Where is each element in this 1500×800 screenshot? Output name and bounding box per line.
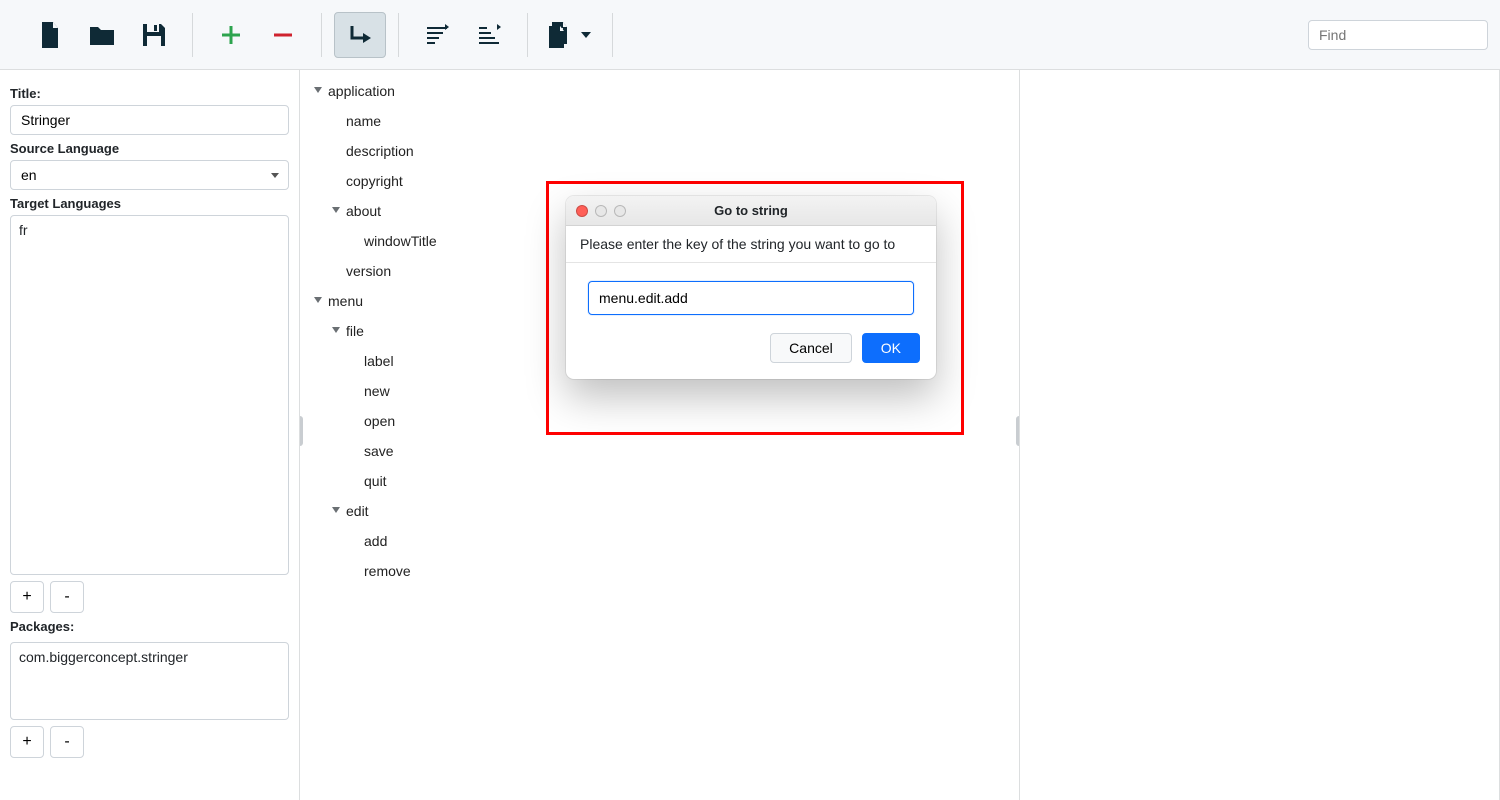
target-languages-listbox[interactable]: fr [10, 215, 289, 575]
goto-string-input[interactable] [588, 281, 914, 315]
add-package-button[interactable]: + [10, 726, 44, 758]
save-button[interactable] [128, 12, 180, 58]
tree-row-label: quit [364, 473, 387, 489]
tree-row[interactable]: add [300, 526, 1019, 556]
tree-row-label: remove [364, 563, 411, 579]
title-label: Title: [10, 86, 289, 101]
expand-all-button[interactable] [463, 12, 515, 58]
dialog-message: Please enter the key of the string you w… [566, 226, 936, 263]
copy-dropdown-button[interactable] [540, 12, 600, 58]
tree-row-label: name [346, 113, 381, 129]
add-target-lang-button[interactable]: + [10, 581, 44, 613]
source-language-label: Source Language [10, 141, 289, 156]
source-language-select[interactable] [10, 160, 289, 190]
goto-string-dialog: Go to string Please enter the key of the… [566, 196, 936, 379]
tree-row[interactable]: open [300, 406, 1019, 436]
dialog-titlebar: Go to string [566, 196, 936, 226]
tree-row[interactable]: description [300, 136, 1019, 166]
add-button[interactable] [205, 12, 257, 58]
new-file-button[interactable] [24, 12, 76, 58]
remove-package-button[interactable]: - [50, 726, 84, 758]
splitter-handle[interactable] [300, 416, 303, 446]
tree-row-label: save [364, 443, 394, 459]
open-folder-button[interactable] [76, 12, 128, 58]
collapse-all-button[interactable] [411, 12, 463, 58]
chevron-down-icon[interactable] [330, 325, 342, 337]
string-tree-panel: application name description copyright about… [300, 70, 1020, 800]
list-item[interactable]: com.biggerconcept.stringer [19, 649, 280, 665]
remove-target-lang-button[interactable]: - [50, 581, 84, 613]
tree-row[interactable]: remove [300, 556, 1019, 586]
packages-label: Packages: [10, 619, 289, 634]
tree-row[interactable]: name [300, 106, 1019, 136]
tree-row[interactable]: application [300, 76, 1019, 106]
tree-row-label: open [364, 413, 395, 429]
tree-row-label: copyright [346, 173, 403, 189]
minimize-icon [595, 205, 607, 217]
zoom-icon [614, 205, 626, 217]
tree-row[interactable]: edit [300, 496, 1019, 526]
remove-button[interactable] [257, 12, 309, 58]
tree-row[interactable]: new [300, 376, 1019, 406]
target-languages-label: Target Languages [10, 196, 289, 211]
goto-string-button[interactable] [334, 12, 386, 58]
tree-row-label: description [346, 143, 414, 159]
title-input[interactable] [10, 105, 289, 135]
tree-row-label: about [346, 203, 381, 219]
tree-row-label: edit [346, 503, 369, 519]
list-item[interactable]: fr [19, 222, 280, 238]
editor-panel [1020, 70, 1500, 800]
tree-row-label: windowTitle [364, 233, 437, 249]
tree-row-label: menu [328, 293, 363, 309]
tree-row-label: add [364, 533, 387, 549]
chevron-down-icon[interactable] [312, 85, 324, 97]
toolbar [0, 0, 1500, 70]
chevron-down-icon[interactable] [330, 205, 342, 217]
tree-row-label: application [328, 83, 395, 99]
ok-button[interactable]: OK [862, 333, 920, 363]
tree-row[interactable]: copyright [300, 166, 1019, 196]
find-input[interactable] [1308, 20, 1488, 50]
close-icon[interactable] [576, 205, 588, 217]
sidebar: Title: Source Language Target Languages … [0, 70, 300, 800]
tree-row-label: version [346, 263, 391, 279]
chevron-down-icon[interactable] [312, 295, 324, 307]
splitter-handle[interactable] [1016, 416, 1020, 446]
toolbar-separator [612, 13, 613, 57]
cancel-button[interactable]: Cancel [770, 333, 852, 363]
tree-row[interactable]: save [300, 436, 1019, 466]
packages-listbox[interactable]: com.biggerconcept.stringer [10, 642, 289, 720]
tree-row-label: label [364, 353, 394, 369]
tree-row-label: file [346, 323, 364, 339]
chevron-down-icon[interactable] [330, 505, 342, 517]
tree-row[interactable]: quit [300, 466, 1019, 496]
tree-row-label: new [364, 383, 390, 399]
